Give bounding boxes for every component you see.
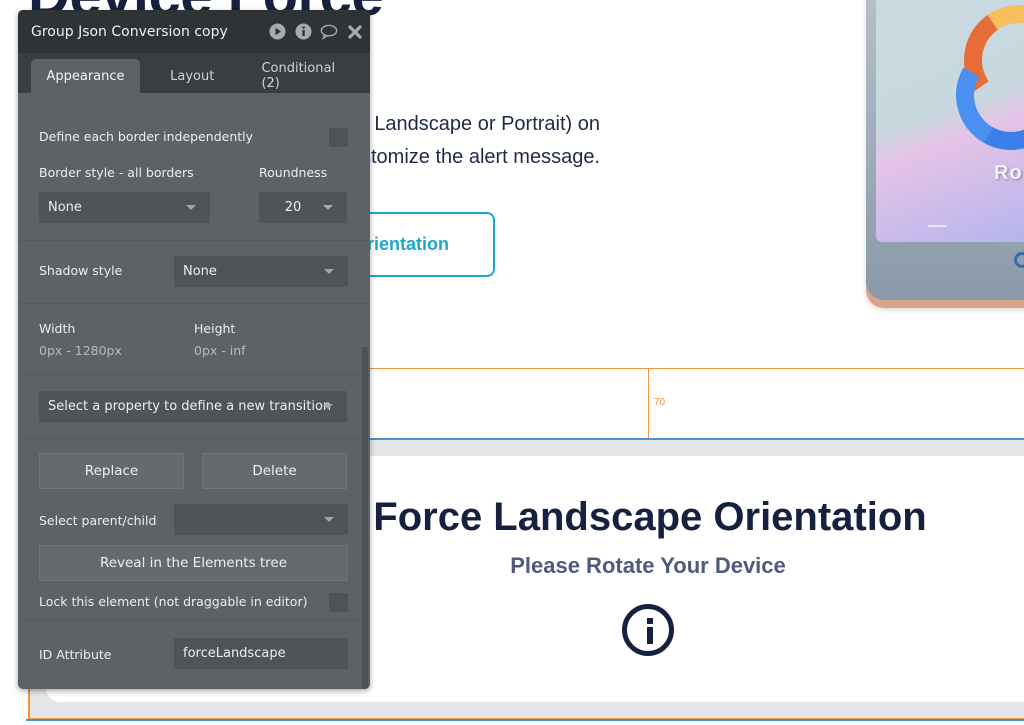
- height-value: 0px - inf: [194, 343, 246, 358]
- tab-conditional[interactable]: Conditional (2): [244, 59, 370, 93]
- shadow-style-value: None: [183, 264, 217, 279]
- panel-title: Group Json Conversion copy: [31, 23, 228, 40]
- comment-icon[interactable]: [320, 23, 338, 41]
- select-parent-child-label: Select parent/child: [39, 513, 157, 528]
- chevron-down-icon: [186, 205, 196, 210]
- close-icon[interactable]: [346, 23, 364, 41]
- guide-line-vertical: [648, 368, 649, 439]
- border-style-label: Border style - all borders: [39, 165, 194, 180]
- shadow-style-dropdown[interactable]: None: [174, 256, 348, 287]
- tablet-dash: [928, 225, 946, 227]
- id-attribute-input[interactable]: forceLandscape: [174, 638, 348, 669]
- transition-section: Select a property to define a new transi…: [18, 375, 370, 439]
- shadow-style-label: Shadow style: [39, 263, 123, 278]
- height-label: Height: [194, 321, 236, 336]
- reveal-elements-tree-button[interactable]: Reveal in the Elements tree: [39, 545, 348, 581]
- id-attribute-value: forceLandscape: [183, 646, 286, 661]
- id-attribute-label: ID Attribute: [39, 647, 112, 662]
- panel-header[interactable]: Group Json Conversion copy: [18, 10, 370, 53]
- alert-subtitle: Please Rotate Your Device: [510, 553, 786, 578]
- define-border-independently-label: Define each border independently: [39, 129, 254, 144]
- tablet-illustration: Ro: [866, 0, 1024, 300]
- tablet-screen: Ro: [876, 0, 1024, 242]
- shadow-section: Shadow style None: [18, 241, 370, 304]
- width-value: 0px - 1280px: [39, 343, 122, 358]
- tab-layout[interactable]: Layout: [140, 59, 244, 93]
- border-style-dropdown[interactable]: None: [39, 192, 210, 223]
- rotate-arrow-blue-icon: [943, 27, 1024, 163]
- width-label: Width: [39, 321, 76, 336]
- border-section: Define each border independently Border …: [18, 93, 370, 241]
- select-parent-child-dropdown[interactable]: [174, 504, 348, 535]
- transition-placeholder: Select a property to define a new transi…: [48, 399, 332, 414]
- border-style-value: None: [48, 200, 82, 215]
- chevron-down-icon: [324, 517, 334, 522]
- lock-element-label: Lock this element (not draggable in edit…: [39, 594, 308, 609]
- info-icon[interactable]: [294, 23, 312, 41]
- chevron-down-icon: [323, 404, 333, 409]
- actions-section: Replace Delete Select parent/child Revea…: [18, 439, 370, 621]
- alert-title: Force Landscape Orientation: [373, 495, 927, 539]
- tab-appearance[interactable]: Appearance: [31, 59, 140, 93]
- panel-tabs: Appearance Layout Conditional (2): [18, 53, 370, 93]
- property-editor-panel: Group Json Conversion copy Appearance La…: [18, 10, 370, 689]
- roundness-value: 20: [284, 200, 302, 215]
- selection-line-bottom: [26, 719, 1024, 721]
- chevron-down-icon: [324, 269, 334, 274]
- chevron-down-icon: [323, 205, 333, 210]
- guide-distance-label: 70: [654, 397, 666, 408]
- transition-dropdown[interactable]: Select a property to define a new transi…: [39, 391, 347, 422]
- tablet-screen-text: Ro: [994, 162, 1023, 184]
- define-border-independently-checkbox[interactable]: [329, 128, 348, 147]
- id-attribute-section: ID Attribute forceLandscape: [18, 621, 370, 689]
- lock-element-checkbox[interactable]: [329, 593, 348, 612]
- tablet-home-button-icon: [1014, 252, 1024, 268]
- delete-button[interactable]: Delete: [202, 453, 347, 489]
- play-icon[interactable]: [268, 23, 286, 41]
- roundness-label: Roundness: [259, 165, 328, 180]
- roundness-dropdown[interactable]: 20: [259, 192, 347, 223]
- size-section: Width 0px - 1280px Height 0px - inf: [18, 304, 370, 375]
- info-circle-icon: [622, 604, 674, 656]
- replace-button[interactable]: Replace: [39, 453, 184, 489]
- panel-scrollbar[interactable]: [362, 347, 368, 689]
